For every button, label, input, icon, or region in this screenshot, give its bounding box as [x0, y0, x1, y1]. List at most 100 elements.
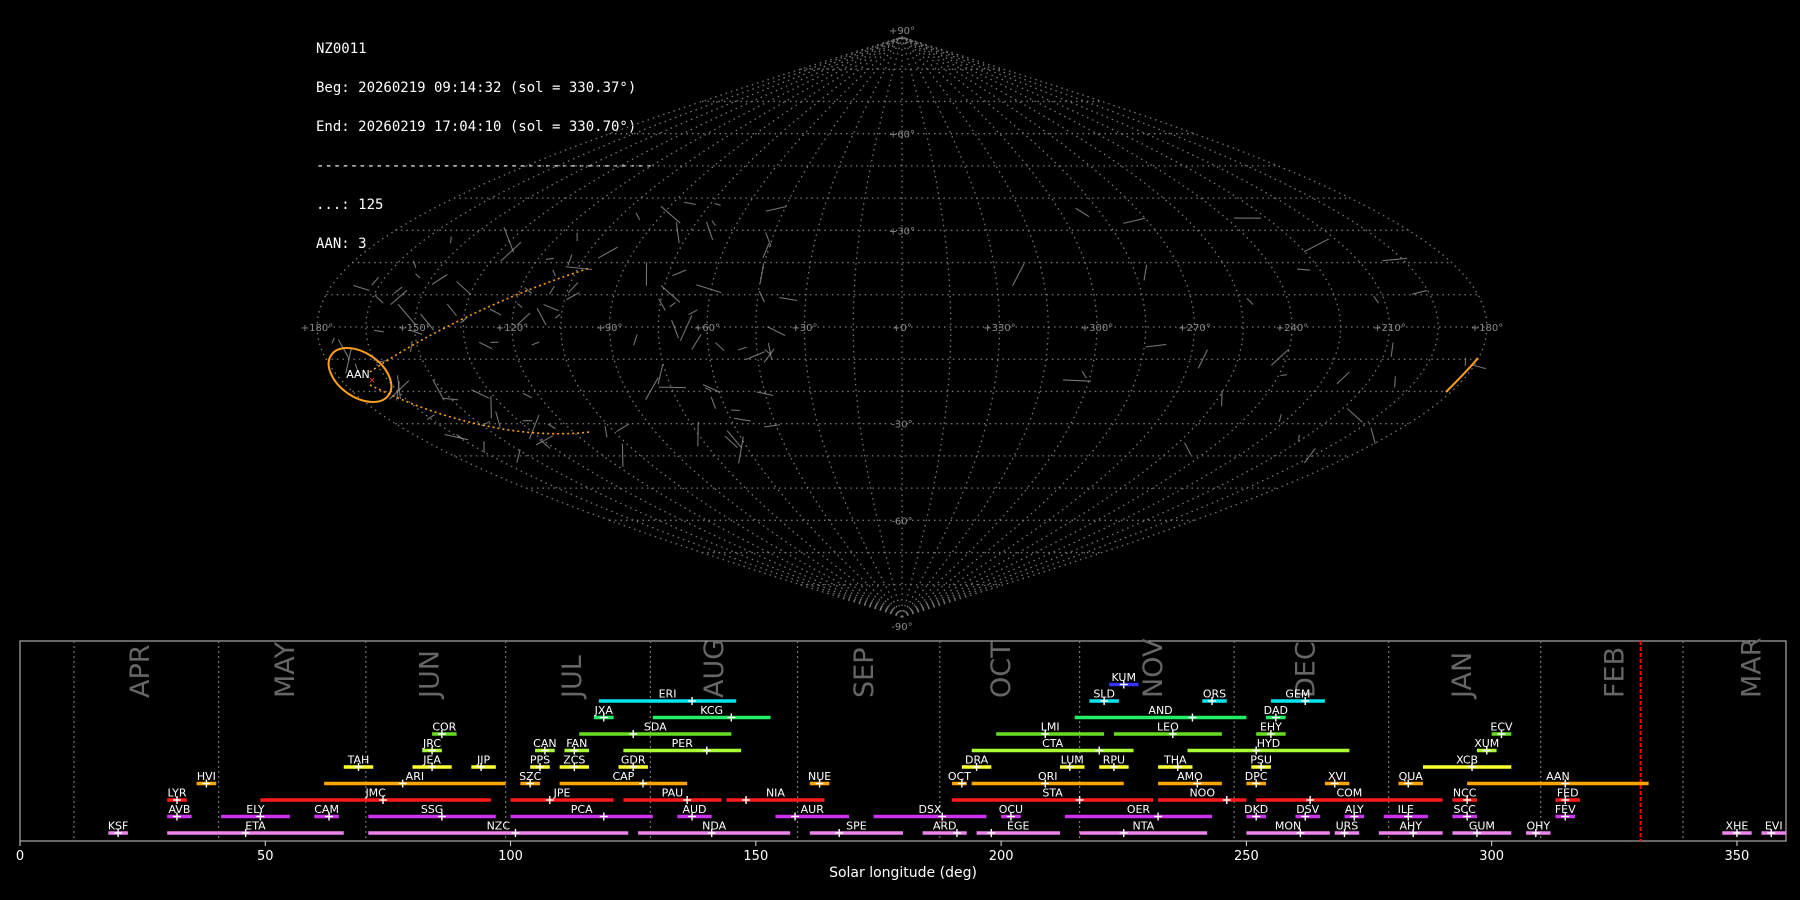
shower-label: SCC [1454, 803, 1477, 816]
shower-fan: FAN [564, 737, 590, 755]
shower-jxa: JXA [594, 704, 614, 722]
shower-label: STA [1042, 787, 1063, 800]
shower-label: ALY [1345, 803, 1364, 816]
shower-timeline-chart: APR MAY JUN JUL AUG SEP OCT NOV DEC JAN FEB MARKSF E… [16, 637, 1787, 881]
shower-avb: AVB [167, 803, 192, 821]
shower-xum: XUM [1474, 737, 1499, 755]
shower-label: JXA [594, 704, 614, 717]
shower-label: DRA [965, 754, 989, 767]
shower-dad: DAD [1264, 704, 1288, 722]
shower-label: ARD [933, 820, 957, 833]
shower-label: MON [1275, 820, 1301, 833]
shower-label: AUR [801, 803, 825, 816]
shower-label: NDA [702, 820, 727, 833]
shower-label: QUA [1399, 770, 1424, 783]
x-tick-label: 100 [498, 849, 523, 864]
shower-aud: AUD [677, 803, 712, 821]
month-label: JUN [415, 650, 446, 700]
shower-label: XUM [1474, 737, 1499, 750]
shower-label: NTA [1133, 820, 1155, 833]
shower-label: URS [1336, 820, 1359, 833]
shower-dra: DRA [961, 754, 992, 771]
shower-label: DKD [1244, 803, 1268, 816]
shower-qua: QUA [1398, 770, 1423, 788]
shower-label: CAM [314, 803, 339, 816]
shower-rpu: RPU [1099, 754, 1129, 771]
shower-label: THA [1163, 754, 1187, 767]
shower-label: ORS [1203, 688, 1226, 701]
month-label: FEB [1599, 647, 1630, 698]
month-label: SEP [849, 648, 880, 698]
shower-label: SLD [1093, 688, 1115, 701]
shower-label: NIA [766, 787, 785, 800]
shower-label: EVI [1765, 820, 1783, 833]
shower-label: SPE [846, 820, 867, 833]
shower-evi: EVI [1761, 820, 1786, 837]
shower-lum: LUM [1059, 754, 1085, 771]
month-label: OCT [986, 641, 1017, 698]
shower-label: PPS [530, 754, 550, 767]
shower-label: HYD [1257, 737, 1280, 750]
shower-label: FAN [566, 737, 587, 750]
shower-ehy: EHY [1256, 721, 1286, 738]
shower-label: OHY [1526, 820, 1550, 833]
shower-label: OER [1127, 803, 1151, 816]
shower-label: OCT [948, 770, 971, 783]
month-label: NOV [1138, 638, 1169, 698]
shower-xvi: XVI [1324, 770, 1350, 788]
shower-label: FED [1557, 787, 1579, 800]
shower-dpc: DPC [1245, 770, 1268, 788]
shower-label: AAN [1546, 770, 1570, 783]
shower-label: OCU [999, 803, 1023, 816]
x-axis-label: Solar longitude (deg) [829, 865, 977, 881]
shower-label: NUE [808, 770, 831, 783]
shower-ohy: OHY [1526, 820, 1551, 837]
shower-ecv: ECV [1490, 721, 1513, 738]
shower-label: PCA [571, 803, 593, 816]
x-tick-label: 300 [1479, 849, 1504, 864]
shower-hvi: HVI [196, 770, 217, 788]
shower-label: SSG [421, 803, 444, 816]
shower-label: LMI [1041, 721, 1060, 734]
x-tick-label: 150 [743, 849, 768, 864]
shower-label: AUD [682, 803, 706, 816]
shower-label: PSU [1250, 754, 1272, 767]
shower-label: GUM [1469, 820, 1495, 833]
shower-label: RPU [1103, 754, 1125, 767]
shower-label: ORI [1038, 770, 1058, 783]
shower-label: ETA [245, 820, 266, 833]
shower-label: DSV [1296, 803, 1319, 816]
shower-label: COM [1336, 787, 1362, 800]
shower-nue: NUE [808, 770, 831, 788]
shower-ors: ORS [1202, 688, 1227, 705]
shower-label: JMC [364, 787, 386, 800]
shower-label: AVB [168, 803, 190, 816]
shower-label: ILE [1398, 803, 1414, 816]
shower-gdr: GDR [618, 754, 648, 771]
shower-label: DSX [918, 803, 941, 816]
x-tick-label: 250 [1234, 849, 1259, 864]
month-label: JAN [1447, 652, 1478, 700]
shower-label: JRC [422, 737, 441, 750]
shower-aly: ALY [1344, 803, 1365, 821]
shower-label: XCB [1456, 754, 1478, 767]
shower-label: KUM [1112, 671, 1136, 684]
shower-jrc: JRC [422, 737, 442, 755]
shower-label: NCC [1453, 787, 1477, 800]
shower-label: PER [672, 737, 694, 750]
shower-kum: KUM [1109, 671, 1139, 689]
shower-label: ZCS [563, 754, 585, 767]
shower-can: CAN [533, 737, 557, 755]
shower-psu: PSU [1250, 754, 1272, 771]
shower-xhe: XHE [1722, 820, 1752, 837]
shower-dsv: DSV [1295, 803, 1320, 821]
month-label: MAR [1737, 637, 1768, 698]
shower-label: PAU [662, 787, 684, 800]
shower-lyr: LYR [167, 787, 187, 804]
shower-label: AHY [1399, 820, 1422, 833]
shower-label: AMO [1177, 770, 1203, 783]
shower-label: KCG [700, 704, 723, 717]
shower-cor: COR [432, 721, 457, 738]
shower-label: HVI [197, 770, 216, 783]
shower-ncc: NCC [1452, 787, 1477, 804]
